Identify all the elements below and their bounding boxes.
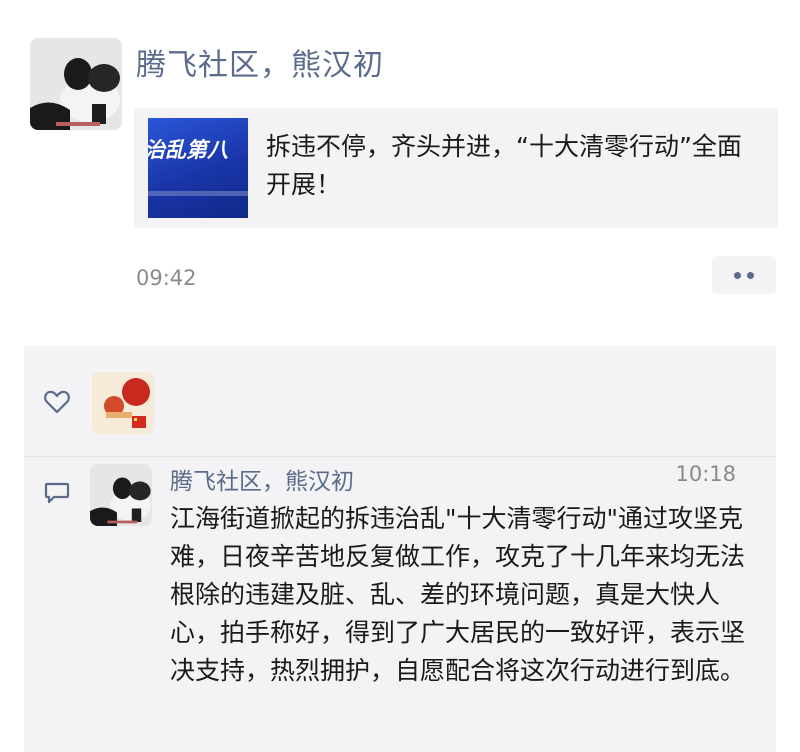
more-dots-icon [734,271,741,279]
thumbnail-text: 治乱第八 [148,138,228,162]
comment-author-name[interactable]: 腾飞社区，熊汉初 [170,462,354,496]
more-options-button[interactable] [712,256,776,294]
liker-avatar-image [92,372,154,434]
heart-icon [44,390,70,414]
shared-article-card[interactable]: 治乱第八 拆违不停，齐头并进，“十大清零行动”全面开展！ [134,108,778,228]
thumbnail-band [148,191,248,196]
more-dots-icon [747,271,754,279]
panel-divider [24,456,776,457]
article-thumbnail: 治乱第八 [148,118,248,218]
comment-bubble-icon [44,482,70,504]
post-author-avatar[interactable] [30,38,122,130]
post-time: 09:42 [136,266,197,290]
comment-author-avatar[interactable] [90,464,152,526]
post-author-name[interactable]: 腾飞社区，熊汉初 [136,40,384,84]
panda-avatar-image [90,464,152,526]
likes-comments-panel: 腾飞社区，熊汉初 10:18 江海街道掀起的拆违治乱"十大清零行动"通过攻坚克难… [24,346,776,752]
liker-avatar[interactable] [92,372,154,434]
comment-text[interactable]: 江海街道掀起的拆违治乱"十大清零行动"通过攻坚克难，日夜辛苦地反复做工作，攻克了… [170,500,760,690]
article-title: 拆违不停，齐头并进，“十大清零行动”全面开展！ [266,132,742,199]
panda-avatar-image [30,38,122,130]
comment-time: 10:18 [675,462,736,486]
